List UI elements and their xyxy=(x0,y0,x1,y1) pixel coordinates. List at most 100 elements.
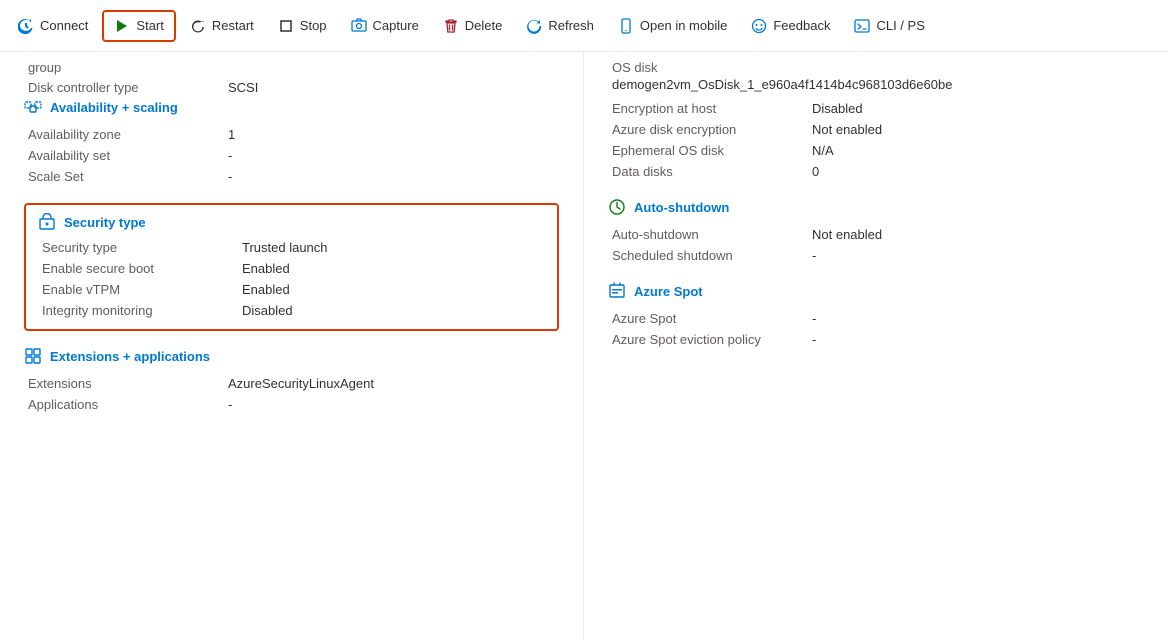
feedback-button[interactable]: Feedback xyxy=(741,12,840,40)
availability-section: Availability + scaling Availability zone… xyxy=(24,98,559,187)
autoshutdown-value: Not enabled xyxy=(812,227,1144,242)
capture-label: Capture xyxy=(373,18,419,33)
start-label: Start xyxy=(136,18,163,33)
ephemeral-os-row: Ephemeral OS disk N/A xyxy=(612,140,1144,161)
extensions-row: Extensions AzureSecurityLinuxAgent xyxy=(28,373,559,394)
capture-button[interactable]: Capture xyxy=(341,12,429,40)
connect-button[interactable]: Connect xyxy=(8,12,98,40)
refresh-button[interactable]: Refresh xyxy=(516,12,604,40)
azurespot-eviction-value: - xyxy=(812,332,1144,347)
availability-icon xyxy=(24,98,42,116)
security-section: Security type Security type Trusted laun… xyxy=(24,203,559,331)
start-button[interactable]: Start xyxy=(102,10,175,42)
availability-title: Availability + scaling xyxy=(50,100,178,115)
stop-label: Stop xyxy=(300,18,327,33)
vtpm-row: Enable vTPM Enabled xyxy=(42,279,545,300)
delete-icon xyxy=(443,18,459,34)
extensions-title: Extensions + applications xyxy=(50,349,210,364)
avail-set-row: Availability set - xyxy=(28,145,559,166)
extensions-section: Extensions + applications Extensions Azu… xyxy=(24,347,559,415)
security-icon xyxy=(38,213,56,231)
autoshutdown-row: Auto-shutdown Not enabled xyxy=(612,224,1144,245)
restart-icon xyxy=(190,18,206,34)
extensions-label: Extensions xyxy=(28,376,228,391)
secure-boot-value: Enabled xyxy=(242,261,545,276)
vtpm-value: Enabled xyxy=(242,282,545,297)
azurespot-title: Azure Spot xyxy=(634,284,703,299)
autoshutdown-icon xyxy=(608,198,626,216)
scale-set-label: Scale Set xyxy=(28,169,228,184)
data-disks-row: Data disks 0 xyxy=(612,161,1144,182)
security-type-value: Trusted launch xyxy=(242,240,545,255)
avail-zone-row: Availability zone 1 xyxy=(28,124,559,145)
cli-label: CLI / PS xyxy=(876,18,924,33)
stop-button[interactable]: Stop xyxy=(268,12,337,40)
extensions-header: Extensions + applications xyxy=(24,347,559,365)
right-panel: OS disk demogen2vm_OsDisk_1_e960a4f1414b… xyxy=(584,52,1168,640)
ephemeral-os-value: N/A xyxy=(812,143,1144,158)
autoshutdown-header: Auto-shutdown xyxy=(608,198,1144,216)
avail-set-value: - xyxy=(228,148,559,163)
applications-label: Applications xyxy=(28,397,228,412)
extensions-value: AzureSecurityLinuxAgent xyxy=(228,376,559,391)
mobile-icon xyxy=(618,18,634,34)
disk-controller-value: SCSI xyxy=(228,80,559,95)
security-type-label: Security type xyxy=(42,240,242,255)
integrity-row: Integrity monitoring Disabled xyxy=(42,300,545,321)
applications-value: - xyxy=(228,397,559,412)
secure-boot-label: Enable secure boot xyxy=(42,261,242,276)
avail-zone-label: Availability zone xyxy=(28,127,228,142)
open-mobile-label: Open in mobile xyxy=(640,18,727,33)
applications-row: Applications - xyxy=(28,394,559,415)
disk-details: Encryption at host Disabled Azure disk e… xyxy=(608,98,1144,182)
restart-label: Restart xyxy=(212,18,254,33)
autoshutdown-label: Auto-shutdown xyxy=(612,227,812,242)
integrity-label: Integrity monitoring xyxy=(42,303,242,318)
toolbar: Connect Start Restart Stop xyxy=(0,0,1168,52)
restart-button[interactable]: Restart xyxy=(180,12,264,40)
stop-icon xyxy=(278,18,294,34)
disk-controller-label: Disk controller type xyxy=(28,80,228,95)
encryption-host-row: Encryption at host Disabled xyxy=(612,98,1144,119)
security-header: Security type xyxy=(38,213,545,231)
os-disk-label: OS disk xyxy=(612,60,1144,75)
security-type-row: Security type Trusted launch xyxy=(42,237,545,258)
left-panel: group Disk controller type SCSI Availabi… xyxy=(0,52,584,640)
azurespot-section: Azure Spot Azure Spot - Azure Spot evict… xyxy=(608,282,1144,350)
azurespot-row: Azure Spot - xyxy=(612,308,1144,329)
encryption-host-value: Disabled xyxy=(812,101,1144,116)
scale-set-value: - xyxy=(228,169,559,184)
azure-disk-enc-row: Azure disk encryption Not enabled xyxy=(612,119,1144,140)
open-mobile-button[interactable]: Open in mobile xyxy=(608,12,737,40)
main-content: group Disk controller type SCSI Availabi… xyxy=(0,52,1168,640)
availability-header: Availability + scaling xyxy=(24,98,559,116)
data-disks-value: 0 xyxy=(812,164,1144,179)
azurespot-header: Azure Spot xyxy=(608,282,1144,300)
group-label-partial: group xyxy=(28,60,559,75)
integrity-value: Disabled xyxy=(242,303,545,318)
delete-button[interactable]: Delete xyxy=(433,12,513,40)
scheduled-shutdown-row: Scheduled shutdown - xyxy=(612,245,1144,266)
scale-set-row: Scale Set - xyxy=(28,166,559,187)
azurespot-icon xyxy=(608,282,626,300)
refresh-icon xyxy=(526,18,542,34)
security-title: Security type xyxy=(64,215,146,230)
start-icon xyxy=(114,18,130,34)
os-disk-value: demogen2vm_OsDisk_1_e960a4f1414b4c968103… xyxy=(612,77,1144,92)
delete-label: Delete xyxy=(465,18,503,33)
scheduled-shutdown-value: - xyxy=(812,248,1144,263)
avail-zone-value: 1 xyxy=(228,127,559,142)
feedback-icon xyxy=(751,18,767,34)
cli-button[interactable]: CLI / PS xyxy=(844,12,934,40)
vtpm-label: Enable vTPM xyxy=(42,282,242,297)
connect-label: Connect xyxy=(40,18,88,33)
autoshutdown-title: Auto-shutdown xyxy=(634,200,729,215)
autoshutdown-section: Auto-shutdown Auto-shutdown Not enabled … xyxy=(608,198,1144,266)
cli-icon xyxy=(854,18,870,34)
azurespot-value: - xyxy=(812,311,1144,326)
avail-set-label: Availability set xyxy=(28,148,228,163)
azurespot-label: Azure Spot xyxy=(612,311,812,326)
azurespot-eviction-row: Azure Spot eviction policy - xyxy=(612,329,1144,350)
refresh-label: Refresh xyxy=(548,18,594,33)
scheduled-shutdown-label: Scheduled shutdown xyxy=(612,248,812,263)
